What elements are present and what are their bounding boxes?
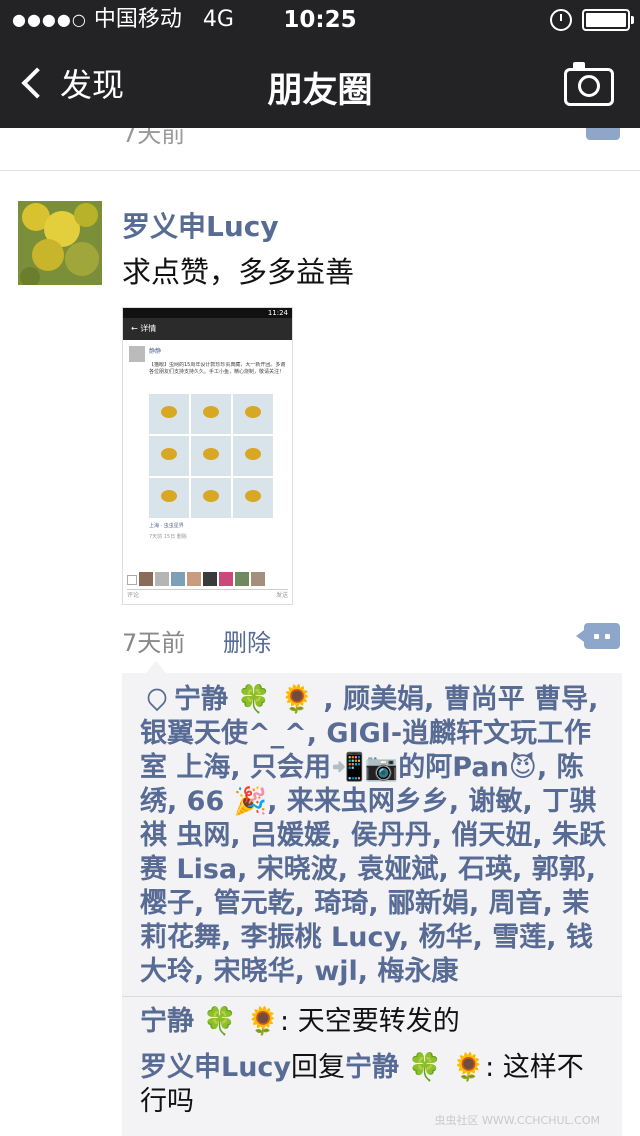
status-bar: ●●●●○ 中国移动 4G 10:25: [0, 0, 640, 40]
grid-image: [191, 394, 231, 434]
reply-word: 回复: [291, 1052, 346, 1083]
grid-image: [149, 394, 189, 434]
reply-to-name[interactable]: 宁静 🍀 🌻: [345, 1052, 485, 1083]
comment-icon[interactable]: [586, 128, 620, 140]
comment-text: : 天空要转发的: [280, 1006, 460, 1037]
likes-names[interactable]: 宁静 🍀 🌻 , 顾美娟, 曹尚平 曹导, 银翼天使^_^, GIGI-逍麟轩文…: [140, 684, 606, 987]
like-avatar: [155, 572, 169, 586]
heart-icon: [143, 684, 171, 712]
comment[interactable]: 罗义申Lucy回复宁静 🍀 🌻: 这样不行吗: [140, 1051, 610, 1119]
screenshot-location: 上海 · 虫虫星界: [149, 523, 184, 529]
delete-button[interactable]: 删除: [223, 623, 271, 658]
post-time: 7天前: [122, 629, 186, 657]
screenshot-comment-input: 评论 发送: [127, 589, 288, 602]
battery-icon: [582, 9, 634, 31]
like-avatar: [203, 572, 217, 586]
like-avatar: [139, 572, 153, 586]
like-avatar: [235, 572, 249, 586]
screenshot-text: 【猫眼】虫网的15周年设计款珍珍贵典藏，大一新开团。多谢各位朋友们支持支持久久。…: [149, 362, 286, 375]
screenshot-avatar: [129, 346, 145, 362]
avatar[interactable]: [18, 201, 102, 285]
screenshot-time: 7天前 15日 删除: [149, 534, 187, 540]
previous-post-time: 7天前: [122, 128, 186, 148]
screenshot-input-placeholder: 评论: [127, 592, 140, 599]
grid-image: [191, 436, 231, 476]
post-author[interactable]: 罗义申Lucy: [122, 205, 279, 245]
grid-image: [233, 478, 273, 518]
likes-comments-box: 宁静 🍀 🌻 , 顾美娟, 曹尚平 曹导, 银翼天使^_^, GIGI-逍麟轩文…: [122, 661, 622, 1136]
comment[interactable]: 宁静 🍀 🌻: 天空要转发的: [140, 1005, 610, 1039]
post-image[interactable]: 11:24 ← 详情 静静 【猫眼】虫网的15周年设计款珍珍贵典藏，大一新开团。…: [122, 307, 293, 605]
watermark: 虫虫社区 WWW.CCHCHUL.COM: [434, 1114, 600, 1127]
screenshot-send-label: 发送: [275, 592, 288, 599]
grid-image: [233, 394, 273, 434]
grid-image: [233, 436, 273, 476]
grid-image: [191, 478, 231, 518]
comment-author[interactable]: 宁静 🍀 🌻: [140, 1006, 280, 1037]
status-time: 10:25: [283, 7, 357, 33]
page-title: 朋友圈: [267, 71, 373, 111]
navigation-bar: 发现 朋友圈: [0, 40, 640, 128]
like-avatar: [219, 572, 233, 586]
previous-post: 7天前: [0, 128, 640, 171]
status-right: [550, 0, 634, 40]
screenshot-user: 静静: [129, 346, 286, 362]
top-bar: ●●●●○ 中国移动 4G 10:25 发现 朋友圈: [0, 0, 640, 128]
likes-list: 宁静 🍀 🌻 , 顾美娟, 曹尚平 曹导, 银翼天使^_^, GIGI-逍麟轩文…: [140, 683, 610, 989]
like-avatar: [187, 572, 201, 586]
screenshot-status-bar: 11:24: [123, 308, 292, 318]
like-avatar: [251, 572, 265, 586]
screenshot-user-name: 静静: [149, 348, 162, 355]
screenshot-nav-title: 详情: [140, 324, 157, 333]
moment-post: 罗义申Lucy 求点赞，多多益善 11:24 ← 详情 静静 【猫眼】虫网的15…: [0, 171, 640, 1136]
camera-icon[interactable]: [564, 62, 614, 106]
screenshot-body: 静静 【猫眼】虫网的15周年设计款珍珍贵典藏，大一新开团。多谢各位朋友们支持支持…: [123, 340, 292, 546]
like-avatar: [171, 572, 185, 586]
screenshot-nav: ← 详情: [123, 318, 292, 340]
comment-icon[interactable]: [576, 623, 620, 649]
alarm-icon: [550, 9, 572, 31]
comment-author[interactable]: 罗义申Lucy: [140, 1052, 291, 1083]
screenshot-like-avatars: [127, 572, 265, 586]
screenshot-image-grid: [149, 394, 286, 518]
grid-image: [149, 436, 189, 476]
like-avatar: [127, 575, 137, 585]
grid-image: [149, 478, 189, 518]
divider: [122, 996, 622, 997]
post-text: 求点赞，多多益善: [122, 255, 355, 289]
